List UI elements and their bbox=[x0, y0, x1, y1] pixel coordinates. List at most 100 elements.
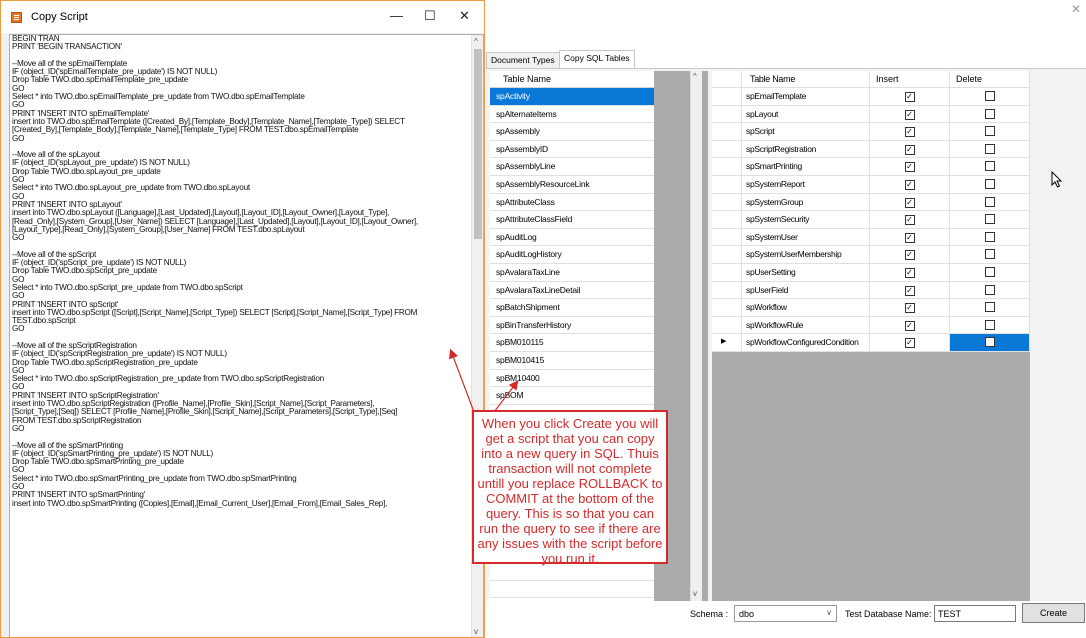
table-name-cell[interactable]: spSystemReport bbox=[742, 175, 870, 193]
dialog-title-bar[interactable]: Copy Script — ☐ ✕ bbox=[1, 1, 484, 33]
table-row[interactable]: spLayout ✓ bbox=[712, 105, 1030, 124]
row-selector[interactable] bbox=[712, 123, 742, 140]
delete-checkbox[interactable] bbox=[984, 143, 995, 154]
table-row[interactable]: spUserSetting ✓ bbox=[712, 263, 1030, 282]
table-list-item[interactable]: spAuditLogHistory bbox=[490, 246, 654, 264]
table-list-item[interactable]: spAuditLog bbox=[490, 229, 654, 247]
row-selector[interactable] bbox=[712, 88, 742, 105]
table-list-item[interactable]: spBM010115 bbox=[490, 334, 654, 352]
schema-select[interactable]: dbo ∨ bbox=[734, 605, 837, 622]
table-list-item[interactable]: spBinTransferHistory bbox=[490, 317, 654, 335]
row-selector[interactable] bbox=[712, 263, 742, 281]
delete-checkbox[interactable] bbox=[984, 337, 995, 348]
minimize-icon[interactable]: — bbox=[390, 8, 403, 23]
table-list-item[interactable]: spCCHChild bbox=[490, 598, 654, 601]
row-selector[interactable] bbox=[712, 281, 742, 299]
table-row[interactable]: spEmailTemplate ✓ bbox=[712, 88, 1030, 106]
table-name-cell[interactable]: spSmartPrinting bbox=[742, 158, 870, 175]
table-list-item[interactable]: spAssemblyID bbox=[490, 141, 654, 159]
table-name-cell[interactable]: spWorkflow bbox=[742, 299, 870, 316]
table-list-item[interactable]: spActivity bbox=[490, 88, 654, 106]
insert-checkbox[interactable]: ✓ bbox=[904, 320, 915, 331]
table-list-item[interactable]: spBOM bbox=[490, 387, 654, 405]
insert-checkbox[interactable]: ✓ bbox=[904, 179, 915, 190]
close-icon[interactable]: ✕ bbox=[459, 8, 470, 24]
insert-checkbox[interactable]: ✓ bbox=[904, 92, 915, 102]
delete-checkbox[interactable] bbox=[984, 302, 995, 313]
test-database-input[interactable]: TEST bbox=[934, 605, 1016, 622]
table-row[interactable]: spWorkflowRule ✓ bbox=[712, 316, 1030, 335]
insert-checkbox[interactable]: ✓ bbox=[904, 250, 915, 261]
main-close-icon[interactable]: ✕ bbox=[1071, 2, 1081, 16]
insert-checkbox[interactable]: ✓ bbox=[904, 109, 915, 120]
delete-checkbox[interactable] bbox=[984, 126, 995, 137]
table-row[interactable]: ▶ spWorkflowConfiguredCondition ✓ bbox=[712, 334, 1030, 352]
delete-checkbox[interactable] bbox=[984, 266, 995, 277]
table-row[interactable]: spSystemUserMembership ✓ bbox=[712, 246, 1030, 264]
column-header-insert[interactable]: Insert bbox=[870, 71, 950, 87]
table-name-cell[interactable]: spEmailTemplate bbox=[742, 88, 870, 105]
scroll-up-icon[interactable]: ^ bbox=[474, 37, 478, 46]
table-list-item[interactable]: spAlternateItems bbox=[490, 106, 654, 124]
table-name-cell[interactable]: spSystemUser bbox=[742, 228, 870, 246]
row-selector[interactable] bbox=[712, 299, 742, 316]
table-row[interactable]: spWorkflow ✓ bbox=[712, 299, 1030, 317]
table-list-item[interactable]: spBM10400 bbox=[490, 370, 654, 388]
table-list-item[interactable]: spBatchShipment bbox=[490, 299, 654, 317]
insert-checkbox[interactable]: ✓ bbox=[904, 197, 915, 208]
table-name-cell[interactable]: spUserField bbox=[742, 281, 870, 299]
delete-checkbox[interactable] bbox=[984, 178, 995, 189]
column-header-delete[interactable]: Delete bbox=[950, 71, 1030, 87]
row-selector[interactable] bbox=[712, 316, 742, 334]
table-list-item[interactable]: spAttributeClass bbox=[490, 194, 654, 212]
scroll-down-icon[interactable]: v bbox=[474, 627, 478, 636]
table-list-item[interactable] bbox=[490, 581, 654, 599]
table-row[interactable]: spSystemSecurity ✓ bbox=[712, 211, 1030, 229]
script-text[interactable]: BEGIN TRAN PRINT 'BEGIN TRANSACTION' --M… bbox=[12, 35, 467, 508]
maximize-icon[interactable]: ☐ bbox=[424, 8, 436, 24]
table-name-cell[interactable]: spLayout bbox=[742, 105, 870, 123]
delete-checkbox[interactable] bbox=[984, 214, 995, 225]
row-selector[interactable] bbox=[712, 228, 742, 246]
insert-checkbox[interactable]: ✓ bbox=[904, 144, 915, 155]
table-row[interactable]: spSystemReport ✓ bbox=[712, 175, 1030, 194]
column-header-table-name[interactable]: Table Name bbox=[742, 71, 870, 87]
scroll-up-icon[interactable]: ^ bbox=[693, 72, 697, 81]
table-name-cell[interactable]: spWorkflowRule bbox=[742, 316, 870, 334]
table-name-cell[interactable]: spScript bbox=[742, 123, 870, 140]
table-name-cell[interactable]: spSystemGroup bbox=[742, 193, 870, 211]
create-button[interactable]: Create bbox=[1022, 603, 1085, 623]
scroll-down-icon[interactable]: v bbox=[693, 589, 697, 598]
table-row[interactable]: spSystemGroup ✓ bbox=[712, 193, 1030, 212]
delete-checkbox[interactable] bbox=[984, 319, 995, 330]
row-selector[interactable]: ▶ bbox=[712, 334, 742, 351]
tab-document-types[interactable]: Document Types bbox=[486, 52, 560, 68]
insert-checkbox[interactable]: ✓ bbox=[904, 303, 915, 314]
row-selector[interactable] bbox=[712, 105, 742, 123]
delete-checkbox[interactable] bbox=[984, 108, 995, 119]
script-textbox[interactable]: BEGIN TRAN PRINT 'BEGIN TRANSACTION' --M… bbox=[9, 34, 484, 637]
table-row[interactable]: spScript ✓ bbox=[712, 123, 1030, 141]
table-name-cell[interactable]: spScriptRegistration bbox=[742, 140, 870, 158]
table-list-item[interactable]: spBM010415 bbox=[490, 352, 654, 370]
delete-checkbox[interactable] bbox=[984, 249, 995, 260]
delete-checkbox[interactable] bbox=[984, 231, 995, 242]
insert-checkbox[interactable]: ✓ bbox=[904, 162, 915, 173]
insert-checkbox[interactable]: ✓ bbox=[904, 285, 915, 296]
delete-checkbox[interactable] bbox=[984, 161, 995, 172]
table-row[interactable]: spScriptRegistration ✓ bbox=[712, 140, 1030, 159]
table-list-item[interactable]: spAssemblyResourceLink bbox=[490, 176, 654, 194]
table-list-item[interactable]: spAssembly bbox=[490, 123, 654, 141]
insert-checkbox[interactable]: ✓ bbox=[904, 267, 915, 278]
table-list-scrollbar[interactable]: ^ v bbox=[690, 71, 702, 601]
tab-copy-sql-tables[interactable]: Copy SQL Tables bbox=[559, 50, 635, 68]
row-selector[interactable] bbox=[712, 211, 742, 228]
insert-checkbox[interactable]: ✓ bbox=[904, 215, 915, 226]
table-list-item[interactable]: spAvalaraTaxLine bbox=[490, 264, 654, 282]
delete-checkbox[interactable] bbox=[984, 91, 995, 101]
table-name-cell[interactable]: spSystemUserMembership bbox=[742, 246, 870, 263]
table-name-cell[interactable]: spWorkflowConfiguredCondition bbox=[742, 334, 870, 351]
row-selector[interactable] bbox=[712, 140, 742, 158]
scroll-thumb[interactable] bbox=[474, 49, 482, 239]
insert-checkbox[interactable]: ✓ bbox=[904, 232, 915, 243]
